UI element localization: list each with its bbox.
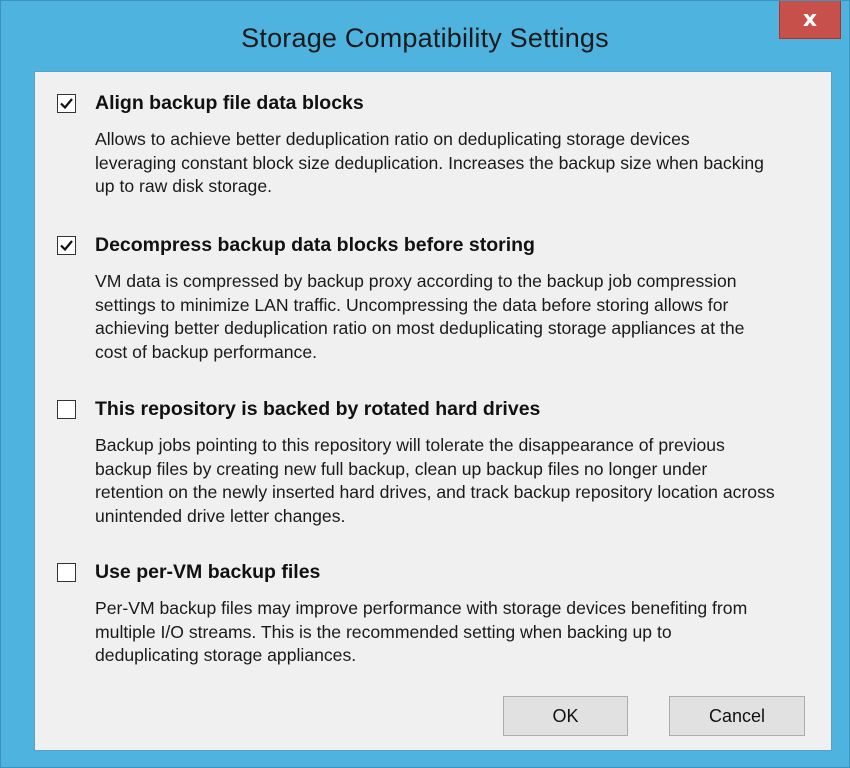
ok-button[interactable]: OK — [503, 696, 628, 736]
option-rotated-drives: This repository is backed by rotated har… — [57, 394, 811, 528]
rotated-drives-checkbox[interactable] — [57, 399, 76, 419]
per-vm-description: Per-VM backup files may improve performa… — [95, 598, 748, 665]
option-align-blocks: Align backup file data blocks Allows to … — [57, 88, 811, 199]
decompress-checkbox[interactable] — [57, 235, 76, 255]
dialog-title: Storage Compatibility Settings — [241, 23, 609, 53]
dialog-window: Storage Compatibility Settings x Align b… — [0, 0, 850, 768]
option-per-vm: Use per-VM backup files Per-VM backup fi… — [57, 557, 811, 668]
per-vm-checkbox[interactable] — [57, 562, 76, 582]
option-decompress: Decompress backup data blocks before sto… — [57, 230, 811, 364]
rotated-drives-description: Backup jobs pointing to this repository … — [95, 435, 775, 526]
per-vm-label[interactable]: Use per-VM backup files — [95, 561, 320, 584]
align-blocks-label[interactable]: Align backup file data blocks — [95, 92, 364, 115]
decompress-label[interactable]: Decompress backup data blocks before sto… — [95, 234, 535, 257]
align-blocks-checkbox[interactable] — [57, 93, 76, 113]
decompress-description: VM data is compressed by backup proxy ac… — [95, 271, 745, 362]
check-mark-icon — [60, 239, 73, 251]
cancel-button[interactable]: Cancel — [669, 696, 805, 736]
align-blocks-description: Allows to achieve better deduplication r… — [95, 129, 764, 196]
close-button[interactable]: x — [779, 1, 841, 39]
title-bar[interactable]: Storage Compatibility Settings x — [1, 1, 849, 81]
rotated-drives-label[interactable]: This repository is backed by rotated har… — [95, 398, 540, 421]
dialog-content: Align backup file data blocks Allows to … — [34, 71, 832, 751]
close-icon: x — [802, 6, 818, 32]
check-mark-icon — [60, 97, 73, 109]
